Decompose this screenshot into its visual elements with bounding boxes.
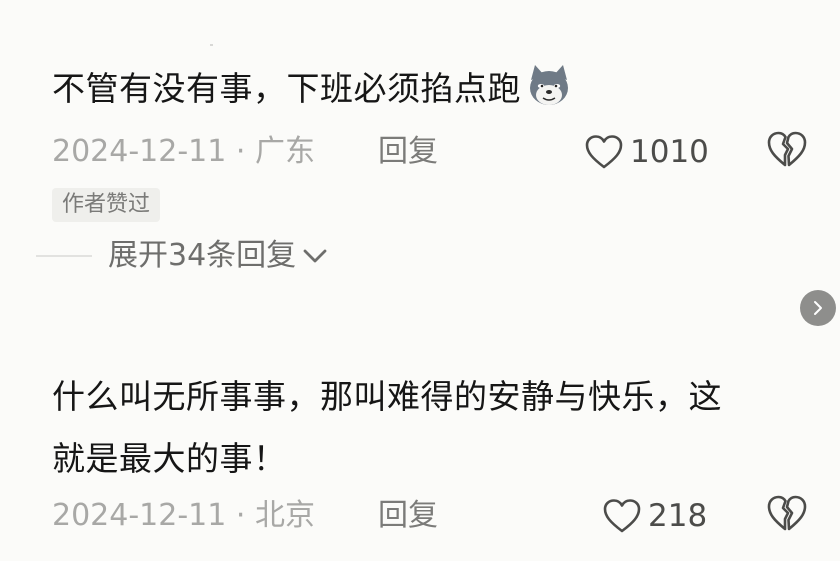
meta-separator: · xyxy=(226,498,255,533)
expand-divider xyxy=(36,255,92,257)
comment-date: 2024-12-11 xyxy=(52,134,227,169)
comment-item: 不管有没有事，下班必须掐点跑 2024-12-11 · 广东 回复 1010 作… xyxy=(0,0,840,290)
meta-separator: · xyxy=(226,134,255,169)
doge-emoji-icon xyxy=(525,62,573,110)
comment-meta: 2024-12-11 · 广东 xyxy=(52,132,315,172)
reply-button[interactable]: 回复 xyxy=(378,132,438,172)
comment-location: 北京 xyxy=(254,498,315,533)
reply-button[interactable]: 回复 xyxy=(378,496,438,536)
comment-text-line: 就是最大的事！ xyxy=(52,439,287,478)
author-liked-badge: 作者赞过 xyxy=(52,188,161,222)
broken-heart-icon xyxy=(767,131,807,167)
like-button[interactable]: 1010 xyxy=(584,132,709,172)
comment-location: 广东 xyxy=(254,134,315,169)
dislike-button[interactable] xyxy=(766,494,808,534)
expand-replies-label: 展开34条回复 xyxy=(108,238,297,273)
comment-item: 什么叫无所事事，那叫难得的安静与快乐，这 就是最大的事！ 2024-12-11 … xyxy=(0,290,840,561)
comment-text: 什么叫无所事事，那叫难得的安静与快乐，这 就是最大的事！ xyxy=(52,366,810,490)
broken-heart-icon xyxy=(767,495,807,531)
comment-text-line: 什么叫无所事事，那叫难得的安静与快乐，这 xyxy=(52,377,722,416)
dislike-button[interactable] xyxy=(766,130,808,170)
comment-text: 不管有没有事，下班必须掐点跑 xyxy=(52,58,810,120)
expand-replies-button[interactable]: 展开34条回复 xyxy=(108,236,328,276)
like-count: 218 xyxy=(648,498,708,534)
heart-outline-icon xyxy=(585,135,623,169)
comment-meta: 2024-12-11 · 北京 xyxy=(52,496,315,536)
comment-date: 2024-12-11 xyxy=(52,498,227,533)
heart-outline-icon xyxy=(603,499,641,533)
chevron-down-icon xyxy=(303,249,327,263)
like-count: 1010 xyxy=(630,134,709,170)
like-button[interactable]: 218 xyxy=(602,496,707,536)
